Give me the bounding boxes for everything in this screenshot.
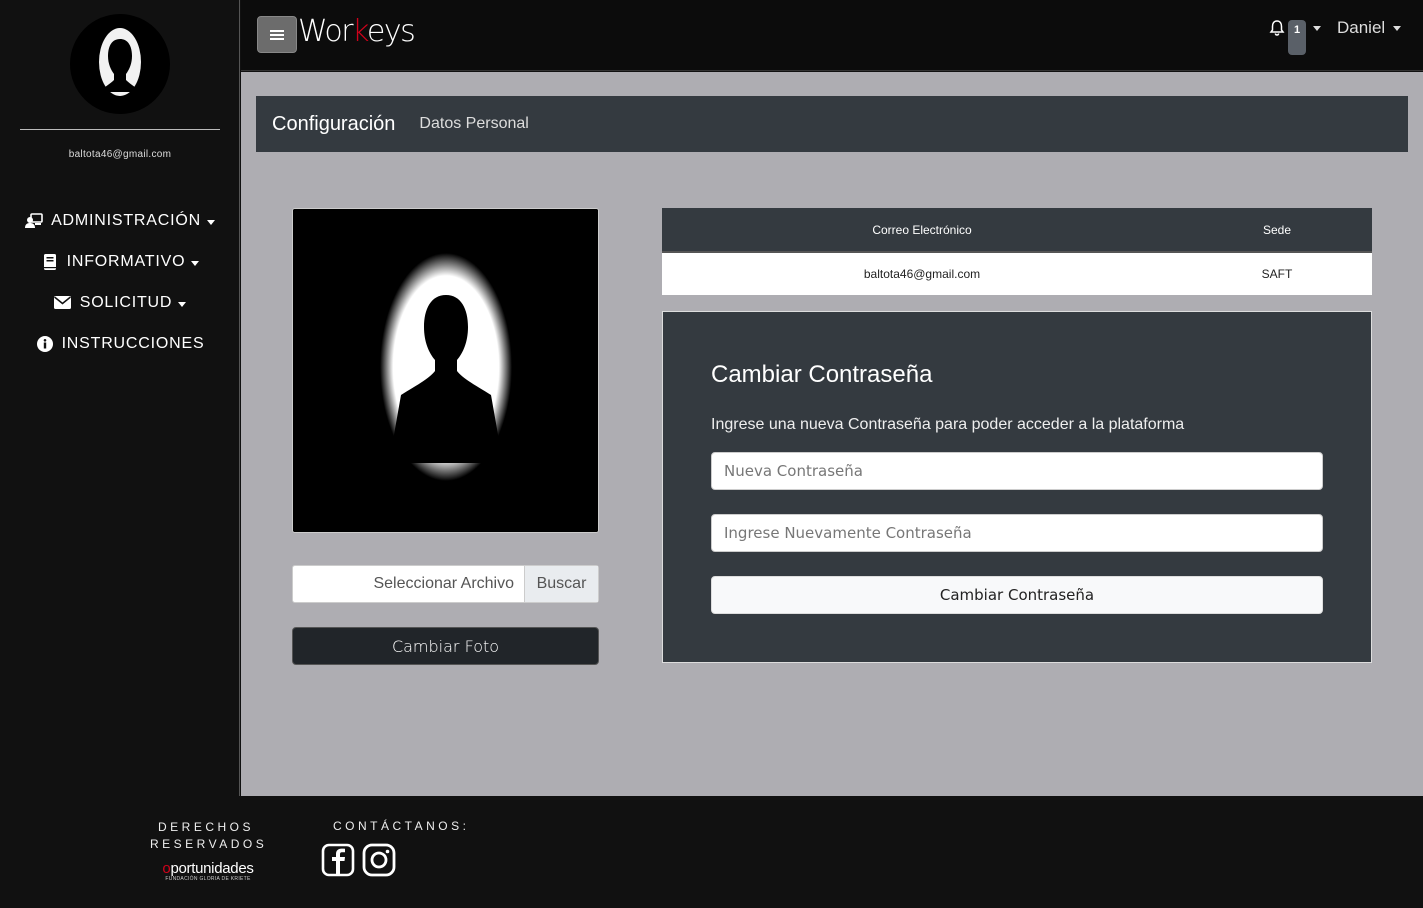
change-password-title: Cambiar Contraseña [711, 361, 933, 388]
sidebar-item-informativo[interactable]: INFORMATIVO [0, 241, 240, 282]
chevron-down-icon [191, 261, 200, 266]
table-header-sede: Sede [1182, 208, 1372, 253]
sidebar-item-label: INSTRUCCIONES [61, 334, 205, 352]
brand-logo[interactable]: Workeys [298, 14, 416, 49]
sidebar: baltota46@gmail.com ADMINISTRACIÓN INFOR… [0, 0, 240, 796]
sidebar-item-label: INFORMATIVO [66, 252, 186, 270]
info-circle-icon [36, 335, 54, 352]
org-name-rest: portunidades [170, 860, 254, 877]
sidebar-item-administracion[interactable]: ADMINISTRACIÓN [0, 200, 240, 241]
info-table: Correo Electrónico Sede baltota46@gmail.… [662, 208, 1372, 295]
rights-line: DERECHOS [157, 820, 254, 834]
book-icon [41, 253, 59, 270]
brand-text-accent: k [352, 14, 368, 49]
rights-line: RESERVADOS [150, 837, 268, 851]
bell-icon[interactable] [1268, 19, 1286, 37]
org-subtitle: FUNDACIÓN GLORIA DE KRIETE [165, 876, 251, 882]
browse-button[interactable]: Buscar [524, 566, 598, 602]
org-name: oportunidades [156, 860, 260, 877]
facebook-icon[interactable] [321, 843, 355, 877]
sidebar-nav: ADMINISTRACIÓN INFORMATIVO SOLICITUD INS… [0, 200, 240, 364]
org-logo: oportunidades FUNDACIÓN GLORIA DE KRIETE [156, 860, 260, 882]
user-menu[interactable]: Daniel [1337, 18, 1402, 38]
change-password-description: Ingrese una nueva Contraseña para poder … [711, 416, 1185, 433]
profile-photo [292, 208, 599, 533]
user-tie-icon [25, 212, 43, 229]
contact-label: CONTÁCTANOS: [333, 819, 470, 833]
confirm-password-input[interactable] [711, 514, 1323, 552]
table-cell-email: baltota46@gmail.com [662, 252, 1182, 295]
sidebar-avatar [70, 14, 170, 114]
sidebar-item-label: SOLICITUD [79, 293, 173, 311]
topbar: Workeys 1 Daniel [241, 0, 1423, 71]
file-picker-label: Seleccionar Archivo [373, 575, 514, 592]
main-content: Configuración Datos Personal Seleccionar… [241, 72, 1423, 796]
table-header-email: Correo Electrónico [662, 208, 1182, 253]
sidebar-item-instrucciones[interactable]: INSTRUCCIONES [0, 323, 240, 364]
table-row: baltota46@gmail.com SAFT [662, 252, 1372, 295]
chevron-down-icon [178, 302, 187, 307]
brand-text-start: Wor [298, 14, 354, 49]
page-title: Configuración [272, 112, 396, 135]
sidebar-item-solicitud[interactable]: SOLICITUD [0, 282, 240, 323]
user-name: Daniel [1337, 18, 1386, 37]
rights-reserved: DERECHOS RESERVADOS [150, 819, 268, 853]
sidebar-email: baltota46@gmail.com [68, 149, 172, 160]
notification-badge[interactable]: 1 [1288, 20, 1306, 55]
tab-datos-personal[interactable]: Datos Personal [419, 115, 528, 133]
chevron-down-icon [1393, 25, 1402, 31]
table-cell-sede: SAFT [1182, 252, 1372, 295]
change-password-button[interactable]: Cambiar Contraseña [711, 576, 1323, 614]
change-photo-button[interactable]: Cambiar Foto [292, 627, 599, 665]
new-password-input[interactable] [711, 452, 1323, 490]
sidebar-divider [20, 129, 220, 130]
page-header: Configuración Datos Personal [256, 96, 1408, 152]
hamburger-icon [270, 29, 284, 40]
chevron-down-icon [206, 220, 215, 225]
instagram-icon[interactable] [362, 843, 396, 877]
menu-toggle-button[interactable] [257, 16, 297, 53]
chevron-down-icon[interactable] [1313, 26, 1321, 31]
footer: DERECHOS RESERVADOS oportunidades FUNDAC… [0, 796, 1423, 908]
change-password-card: Cambiar Contraseña Ingrese una nueva Con… [662, 311, 1372, 663]
brand-text-end: eys [366, 14, 416, 49]
file-picker[interactable]: Seleccionar Archivo Buscar [292, 565, 599, 603]
envelope-icon [54, 295, 72, 311]
sidebar-item-label: ADMINISTRACIÓN [51, 211, 201, 229]
